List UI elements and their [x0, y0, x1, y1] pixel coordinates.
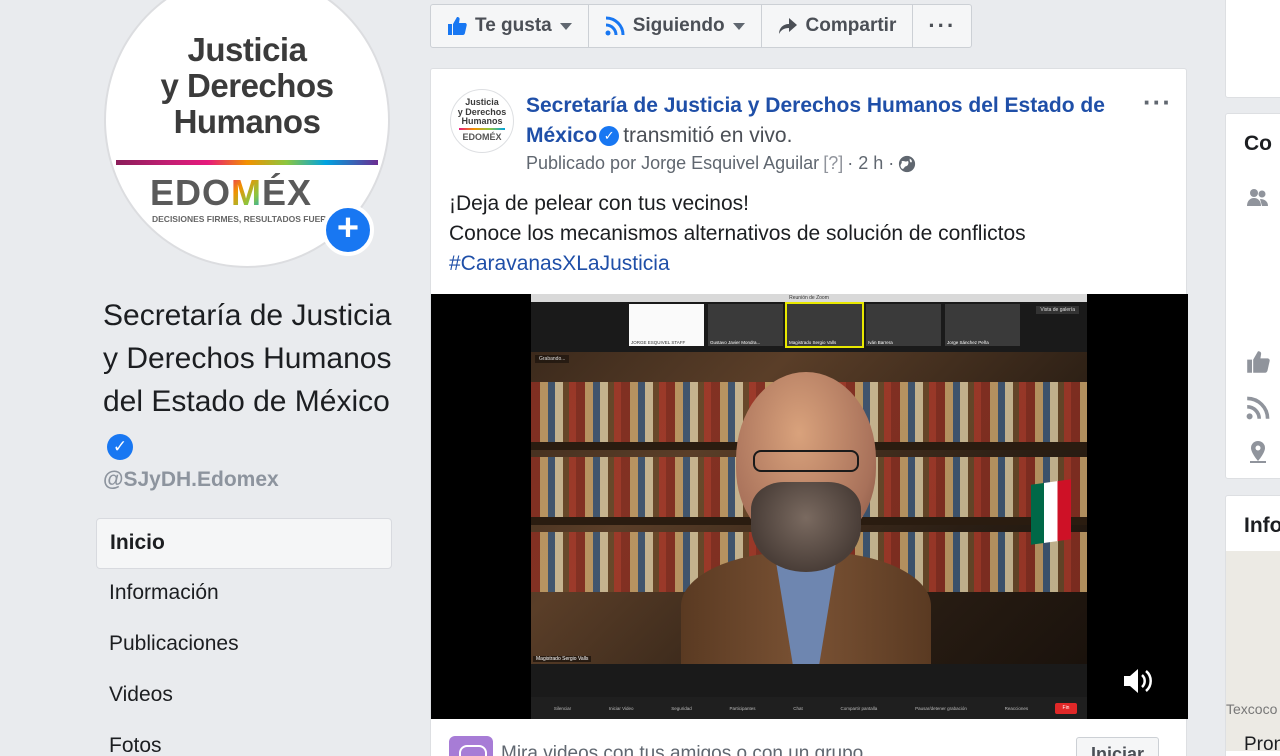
participant-thumb: Magistrado Sergio Valls — [785, 302, 864, 348]
volume-icon[interactable] — [1121, 664, 1155, 698]
post-line-2: Conoce los mecanismos alternativos de so… — [449, 222, 1026, 245]
more-options-button[interactable]: ··· — [913, 5, 971, 47]
avatar-logo-text: Justicia y Derechos Humanos — [457, 97, 507, 126]
hashtag-link[interactable]: #CaravanasXLaJusticia — [449, 249, 1026, 279]
page-nav: Inicio Información Publicaciones Videos … — [96, 518, 392, 756]
community-card: Co — [1225, 113, 1280, 479]
recording-indicator: Grabando... — [535, 355, 570, 363]
chevron-down-icon — [732, 22, 745, 30]
location-pin-icon — [1250, 441, 1266, 463]
edomex-logo: EDOMÉX — [150, 172, 313, 213]
post-avatar[interactable]: Justicia y Derechos Humanos EDOMÉX — [450, 89, 514, 153]
share-arrow-icon — [778, 18, 797, 34]
page-title: Secretaría de Justicia y Derechos Humano… — [103, 294, 403, 466]
people-icon — [1247, 189, 1268, 206]
page-action-bar: Te gusta Siguiendo Compartir ··· — [430, 4, 973, 48]
community-card-title: Co — [1244, 132, 1272, 155]
thumbs-up-icon — [1247, 351, 1270, 373]
post-time[interactable]: · 2 h · — [847, 153, 894, 174]
live-video-player[interactable]: Reunión de Zoom JORGE ESQUIVEL STAFF Gus… — [431, 294, 1188, 719]
right-card-top — [1225, 0, 1280, 98]
post-card: Justicia y Derechos Humanos EDOMÉX Secre… — [430, 68, 1188, 756]
start-watch-party-button[interactable]: Iniciar — [1075, 736, 1159, 756]
post-action-text: transmitió en vivo. — [623, 124, 793, 147]
share-page-button[interactable]: Compartir — [762, 5, 914, 47]
nav-item-inicio[interactable]: Inicio — [96, 518, 392, 569]
left-column: Justicia y Derechos Humanos EDOMÉX DECIS… — [0, 0, 410, 756]
info-card-text: Pron — [1244, 734, 1280, 755]
zoom-toolbar: Silenciar Iniciar Video Seguridad Partic… — [531, 697, 1087, 719]
info-card-title: Info — [1244, 514, 1280, 537]
like-button[interactable]: Te gusta — [431, 5, 589, 47]
logo-tagline: DECISIONES FIRMES, RESULTADOS FUERTES — [152, 214, 343, 224]
speaker-name-tag: Magistrado Sergio Valls — [533, 656, 592, 662]
nav-item-informacion[interactable]: Información — [96, 569, 392, 620]
unknown-marker[interactable]: [?] — [823, 153, 843, 174]
participant-strip: JORGE ESQUIVEL STAFF Gustavo Javier Mond… — [629, 302, 1020, 348]
watch-party-text: Mira videos con tus amigos o con un grup… — [501, 743, 864, 756]
watch-party-icon — [449, 736, 493, 756]
nav-item-publicaciones[interactable]: Publicaciones — [96, 620, 392, 671]
end-meeting-button: Fin — [1055, 703, 1077, 714]
post-line-1: ¡Deja de pelear con tus vecinos! — [449, 192, 749, 215]
globe-icon — [899, 155, 916, 172]
mexico-flag — [1031, 479, 1071, 545]
post-meta: Publicado por Jorge Esquivel Aguilar [?]… — [526, 153, 916, 174]
post-body: ¡Deja de pelear con tus vecinos! Conoce … — [449, 189, 1026, 279]
rss-icon — [605, 16, 625, 36]
nav-item-videos[interactable]: Videos — [96, 671, 392, 722]
rss-icon — [1246, 396, 1270, 420]
page-name-text: Secretaría de Justicia y Derechos Humano… — [103, 299, 392, 418]
avatar-color-bar — [459, 128, 505, 130]
thumbs-up-icon — [448, 17, 467, 35]
participant-thumb: Jorge Sánchez Peña — [945, 304, 1020, 346]
published-by[interactable]: Publicado por Jorge Esquivel Aguilar — [526, 153, 819, 174]
zoom-titlebar: Reunión de Zoom — [531, 294, 1087, 302]
verified-badge-icon: ✓ — [107, 434, 133, 460]
page-handle[interactable]: @SJyDH.Edomex — [103, 468, 279, 492]
share-label: Compartir — [805, 15, 897, 36]
zoom-window: Reunión de Zoom JORGE ESQUIVEL STAFF Gus… — [531, 294, 1087, 719]
avatar-brand: EDOMÉX — [462, 132, 502, 142]
logo-title: Justicia y Derechos Humanos — [160, 31, 334, 140]
info-card: Info Texcoco Pron — [1225, 495, 1280, 756]
add-photo-button[interactable]: + — [322, 204, 374, 256]
watch-party-row: Mira videos con tus amigos o con un grup… — [449, 734, 1169, 756]
follow-button[interactable]: Siguiendo — [589, 5, 762, 47]
participant-thumb: Gustavo Javier Mondra... — [708, 304, 783, 346]
location-map[interactable]: Texcoco — [1226, 551, 1280, 751]
follow-label: Siguiendo — [632, 15, 725, 36]
like-label: Te gusta — [475, 15, 552, 36]
participant-thumb: Iván Barrera — [866, 304, 941, 346]
verified-badge-icon: ✓ — [599, 126, 620, 146]
participant-thumb: JORGE ESQUIVEL STAFF — [629, 304, 704, 346]
speaker-video: Magistrado Sergio Valls — [531, 352, 1087, 664]
map-label: Texcoco — [1226, 701, 1278, 717]
nav-item-fotos[interactable]: Fotos — [96, 722, 392, 756]
post-header: Secretaría de Justicia y Derechos Humano… — [526, 91, 1126, 151]
logo-color-bar — [116, 160, 378, 165]
chevron-down-icon — [559, 22, 572, 30]
speaker — [681, 372, 931, 664]
gallery-view-button: Vista de galería — [1036, 306, 1079, 314]
post-more-button[interactable]: ··· — [1143, 87, 1172, 118]
